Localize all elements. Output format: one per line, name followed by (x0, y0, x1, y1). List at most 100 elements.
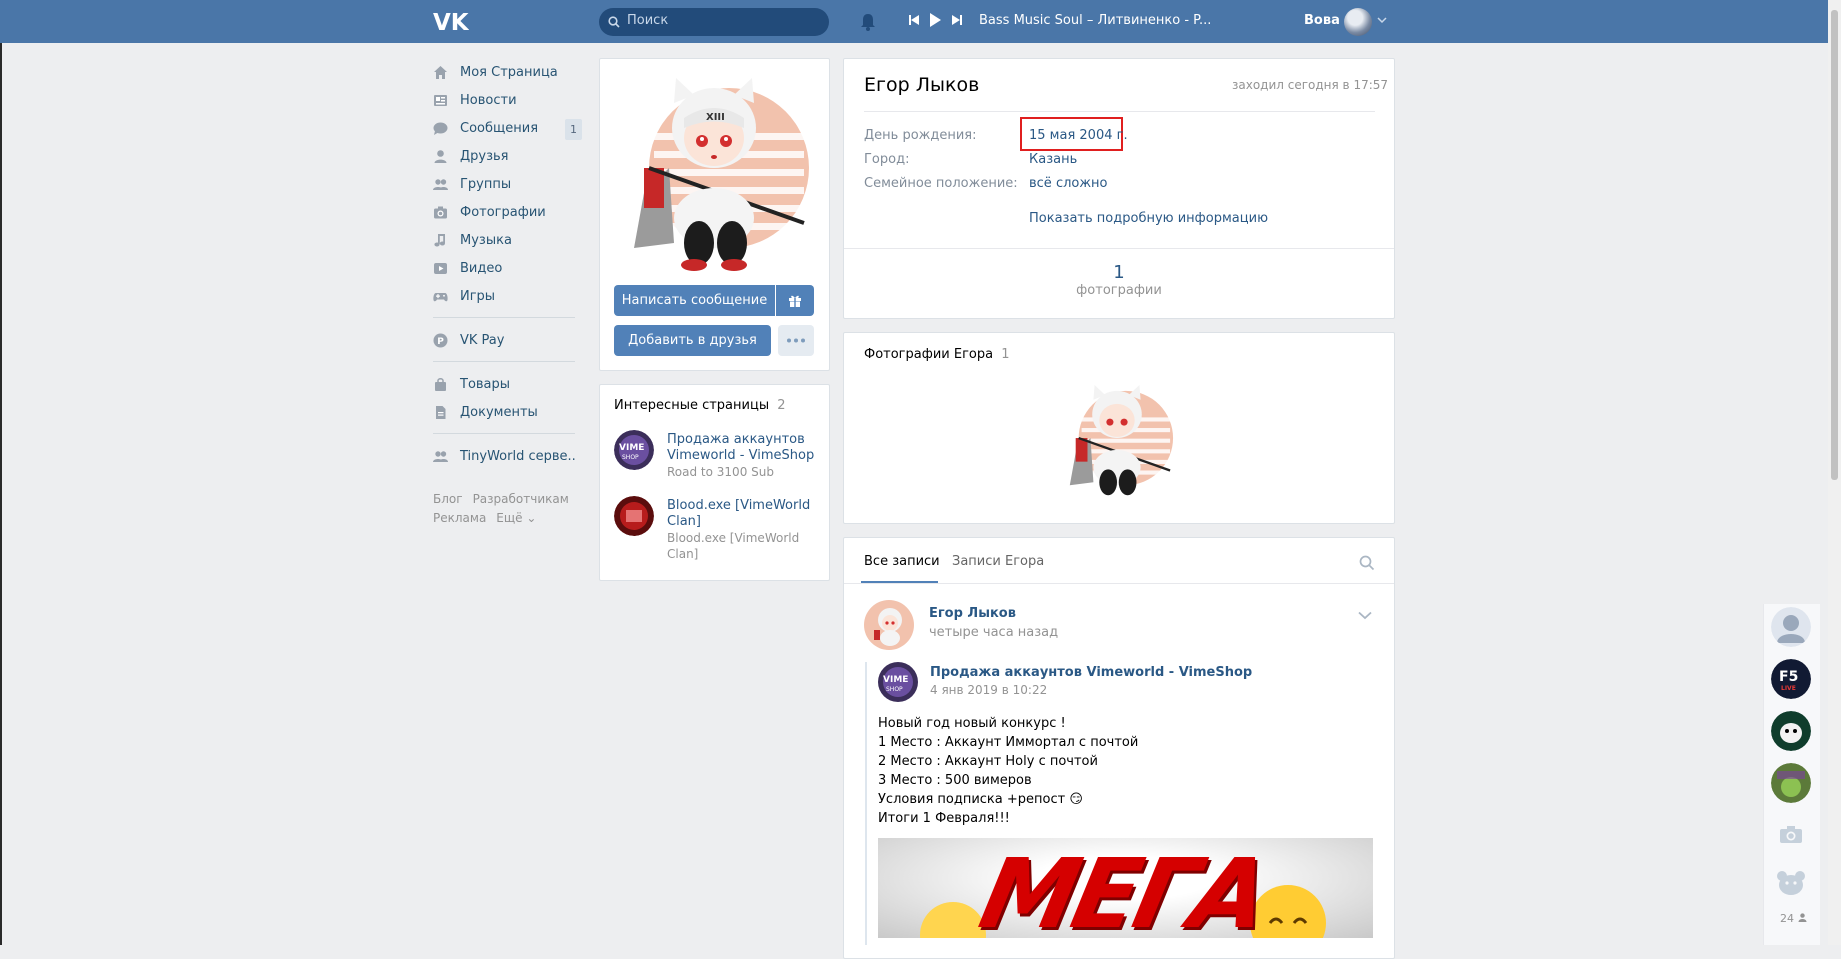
footer-link-blog[interactable]: Блог (433, 492, 463, 506)
left-navigation: Моя Страница Новости Сообщения 1 Друзья … (433, 58, 583, 528)
post-text-line: 3 Место : 500 вимеров (878, 773, 1032, 788)
music-icon (434, 233, 445, 246)
chevron-down-icon[interactable] (1377, 16, 1387, 24)
post-author-avatar[interactable] (864, 600, 914, 650)
photo-counter-label: фотографии (1076, 283, 1162, 298)
interesting-pages-header[interactable]: Интересные страницы 2 (614, 398, 786, 413)
groups-icon (433, 178, 448, 190)
post-text-line: Итоги 1 Февраля!!! (878, 811, 1010, 826)
interesting-pages-count: 2 (777, 398, 786, 413)
show-more-info-link[interactable]: Показать подробную информацию (1029, 211, 1268, 226)
nav-label: VK Pay (460, 332, 505, 348)
interesting-item-sub: Blood.exe [VimeWorld Clan] (667, 531, 800, 561)
vimeshop-avatar[interactable]: VIME SHOP (614, 430, 654, 470)
previous-track-icon[interactable] (909, 14, 919, 26)
nav-community-tinyworld[interactable]: TinyWorld серве.. (433, 442, 583, 470)
write-message-button[interactable]: Написать сообщение (614, 285, 775, 316)
birthday-label: День рождения: (864, 128, 977, 143)
info-divider (864, 111, 1375, 112)
add-friend-button[interactable]: Добавить в друзья (614, 325, 771, 356)
svg-text:VIME: VIME (883, 675, 908, 685)
camera-icon (434, 206, 447, 218)
repost-time[interactable]: 4 янв 2019 в 10:22 (930, 683, 1047, 697)
tab-all-posts[interactable]: Все записи (864, 554, 940, 569)
groups-icon (433, 450, 448, 462)
now-playing-title[interactable]: Bass Music Soul – Литвиненко - P... (979, 13, 1211, 28)
photos-header[interactable]: Фотографии Егора 1 (864, 347, 1010, 362)
nav-documents[interactable]: Документы (433, 398, 583, 426)
vk-logo-icon[interactable]: VK (433, 9, 469, 33)
chat-avatar-4[interactable] (1771, 763, 1811, 803)
repost-border (865, 662, 867, 945)
footer-link-ads[interactable]: Реклама (433, 511, 486, 525)
nav-music[interactable]: Музыка (433, 226, 583, 254)
city-label: Город: (864, 152, 910, 167)
next-track-icon[interactable] (952, 14, 962, 26)
nav-video[interactable]: Видео (433, 254, 583, 282)
wall-search-icon[interactable] (1359, 555, 1375, 571)
nav-friends[interactable]: Друзья (433, 142, 583, 170)
nav-divider (433, 361, 575, 362)
nav-label: Видео (460, 260, 503, 276)
repost-author-avatar[interactable]: VIME SHOP (878, 662, 918, 702)
online-count[interactable]: 24 (1780, 912, 1807, 925)
messages-icon (433, 122, 448, 135)
post-time[interactable]: четыре часа назад (929, 625, 1058, 640)
interesting-item-vimeshop: Продажа аккаунтов Vimeworld - VimeShop R… (667, 432, 817, 480)
nav-news[interactable]: Новости (433, 86, 583, 114)
nav-vk-pay[interactable]: P VK Pay (433, 326, 583, 354)
nav-label: TinyWorld серве.. (460, 448, 576, 464)
more-actions-button[interactable] (778, 325, 814, 356)
current-user-name[interactable]: Вова (1304, 13, 1340, 28)
camera-icon[interactable] (1779, 824, 1803, 844)
footer-link-developers[interactable]: Разработчикам (473, 492, 569, 506)
current-user-avatar[interactable] (1344, 8, 1372, 36)
nav-label: Документы (460, 404, 538, 420)
interesting-item-name[interactable]: Blood.exe [VimeWorld Clan] (667, 498, 817, 530)
interesting-item-bloodexe: Blood.exe [VimeWorld Clan] Blood.exe [Vi… (667, 498, 817, 562)
interesting-pages-title: Интересные страницы (614, 398, 770, 413)
bell-icon[interactable] (859, 12, 877, 32)
tab-own-posts[interactable]: Записи Егора (952, 554, 1044, 569)
profile-card: XIII Написать сообщение Добавить в друзь… (599, 58, 830, 371)
interesting-item-sub: Road to 3100 Sub (667, 465, 774, 479)
nav-messages[interactable]: Сообщения 1 (433, 114, 583, 142)
svg-text:XIII: XIII (706, 112, 725, 123)
profile-avatar[interactable]: XIII (614, 73, 814, 273)
nav-photos[interactable]: Фотографии (433, 198, 583, 226)
page-scrollbar[interactable] (1828, 0, 1841, 945)
search-input[interactable]: Поиск (599, 8, 829, 36)
bloodexe-avatar[interactable] (614, 496, 654, 536)
post-image-banner[interactable]: МЕГА (878, 838, 1373, 938)
chat-avatar-1[interactable] (1771, 607, 1811, 647)
nav-goods[interactable]: Товары (433, 370, 583, 398)
wall-divider (844, 583, 1394, 584)
friend-icon (434, 149, 447, 163)
svg-text:SHOP: SHOP (886, 686, 903, 693)
info-divider (844, 248, 1394, 249)
interesting-item-name[interactable]: Продажа аккаунтов Vimeworld - VimeShop (667, 432, 817, 464)
nav-my-page[interactable]: Моя Страница (433, 58, 583, 86)
footer-link-more[interactable]: Ещё ⌄ (496, 511, 536, 525)
post-menu-chevron-icon[interactable] (1358, 611, 1372, 620)
photo-counter[interactable]: 1 фотографии (1069, 262, 1169, 298)
post-text-line: Новый год новый конкурс ! (878, 716, 1066, 731)
photo-thumbnail[interactable] (1058, 382, 1176, 500)
birthday-value[interactable]: 15 мая 2004 г. (1029, 128, 1128, 143)
nav-games[interactable]: Игры (433, 282, 583, 310)
post-text: Новый год новый конкурс ! 1 Место : Акка… (878, 714, 1138, 828)
city-value[interactable]: Казань (1029, 152, 1077, 167)
chat-avatar-3[interactable] (1771, 711, 1811, 751)
post-author-name[interactable]: Егор Лыков (929, 606, 1016, 621)
svg-text:P: P (437, 337, 444, 347)
chat-avatar-f5live[interactable]: F5 LIVE (1771, 659, 1811, 699)
scrollbar-thumb[interactable] (1831, 10, 1838, 480)
photo-counter-number: 1 (1113, 262, 1125, 283)
nav-groups[interactable]: Группы (433, 170, 583, 198)
play-icon[interactable] (929, 12, 941, 28)
gift-button[interactable] (776, 285, 814, 316)
chat-bear-icon[interactable] (1776, 870, 1806, 896)
repost-author-name[interactable]: Продажа аккаунтов Vimeworld - VimeShop (930, 665, 1252, 680)
gift-icon (789, 295, 801, 307)
family-status-value[interactable]: всё сложно (1029, 176, 1108, 191)
